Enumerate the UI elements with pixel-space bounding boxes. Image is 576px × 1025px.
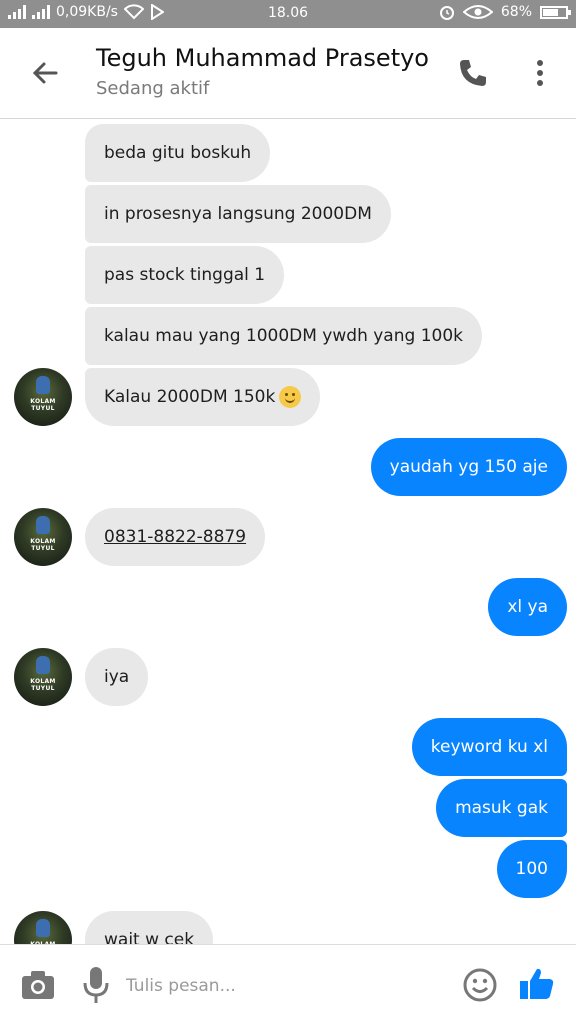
avatar[interactable]: KOLAM TUYUL [14,368,72,426]
message-text: keyword ku xl [430,737,548,757]
message-text: xl ya [507,597,548,617]
message-text: iya [104,667,130,687]
message-text: beda gitu boskuh [104,143,252,163]
avatar-label: KOLAM TUYUL [30,538,56,552]
alarm-icon [439,6,454,20]
battery-percent: 68% [500,4,532,20]
message-bubble-sent[interactable]: masuk gak [436,779,567,837]
message-bubble[interactable]: in prosesnya langsung 2000DM [85,185,391,243]
message-text: wait w cek [104,930,195,944]
avatar-figure [36,656,50,674]
emoji-icon[interactable] [462,967,498,1003]
message-bubble[interactable]: beda gitu boskuh [85,124,271,182]
more-vert-icon[interactable] [526,56,554,90]
message-text: 100 [515,859,548,879]
battery-icon [540,5,571,19]
eye-icon [462,5,493,19]
message-bubble[interactable]: iya [85,648,149,706]
message-bubble-sent[interactable]: 100 [496,840,567,898]
chat-header: Teguh Muhammad Prasetyo Sedang aktif [0,28,576,119]
message-bubble[interactable]: 0831-8822-8879 [85,508,266,566]
message-text: Kalau 2000DM 150k [104,387,276,407]
message-bubble-sent[interactable]: keyword ku xl [411,718,567,776]
message-bubble[interactable]: kalau mau yang 1000DM ywdh yang 100k [85,307,482,365]
avatar-figure [36,919,50,937]
message-input[interactable] [124,969,428,1003]
active-status: Sedang aktif [96,78,210,99]
thumbs-up-icon[interactable] [518,965,556,1003]
back-arrow-icon[interactable] [28,56,62,90]
message-bubble[interactable]: pas stock tinggal 1 [85,246,285,304]
avatar-figure [36,516,50,534]
phone-number-link[interactable]: 0831-8822-8879 [104,526,246,548]
camera-icon[interactable] [20,967,56,1003]
battery-fill [543,8,558,16]
mic-icon[interactable] [82,965,110,1005]
avatar[interactable]: KOLAM TUYUL [14,508,72,566]
phone-icon[interactable] [456,56,490,90]
message-text: in prosesnya langsung 2000DM [104,204,372,224]
message-text: yaudah yg 150 aje [389,457,548,477]
message-bubble-sent[interactable]: yaudah yg 150 aje [370,438,567,496]
message-list[interactable]: beda gitu boskuh in prosesnya langsung 2… [0,118,576,944]
message-bubble[interactable]: wait w cek [85,911,214,944]
slight-smile-emoji-icon [279,386,302,408]
contact-name[interactable]: Teguh Muhammad Prasetyo [96,44,429,72]
avatar-label: KOLAM TUYUL [30,678,56,692]
avatar[interactable]: KOLAM TUYUL [14,911,72,944]
message-bubble[interactable]: Kalau 2000DM 150k [85,368,321,426]
avatar-figure [36,376,50,394]
composer-bar [0,944,576,1025]
message-bubble-sent[interactable]: xl ya [488,578,567,636]
message-text: kalau mau yang 1000DM ywdh yang 100k [104,326,463,346]
status-bar: 0,09KB/s 18.06 68% [0,0,576,28]
avatar[interactable]: KOLAM TUYUL [14,648,72,706]
message-text: pas stock tinggal 1 [104,265,266,285]
message-text: masuk gak [455,798,548,818]
avatar-label: KOLAM TUYUL [30,398,56,412]
